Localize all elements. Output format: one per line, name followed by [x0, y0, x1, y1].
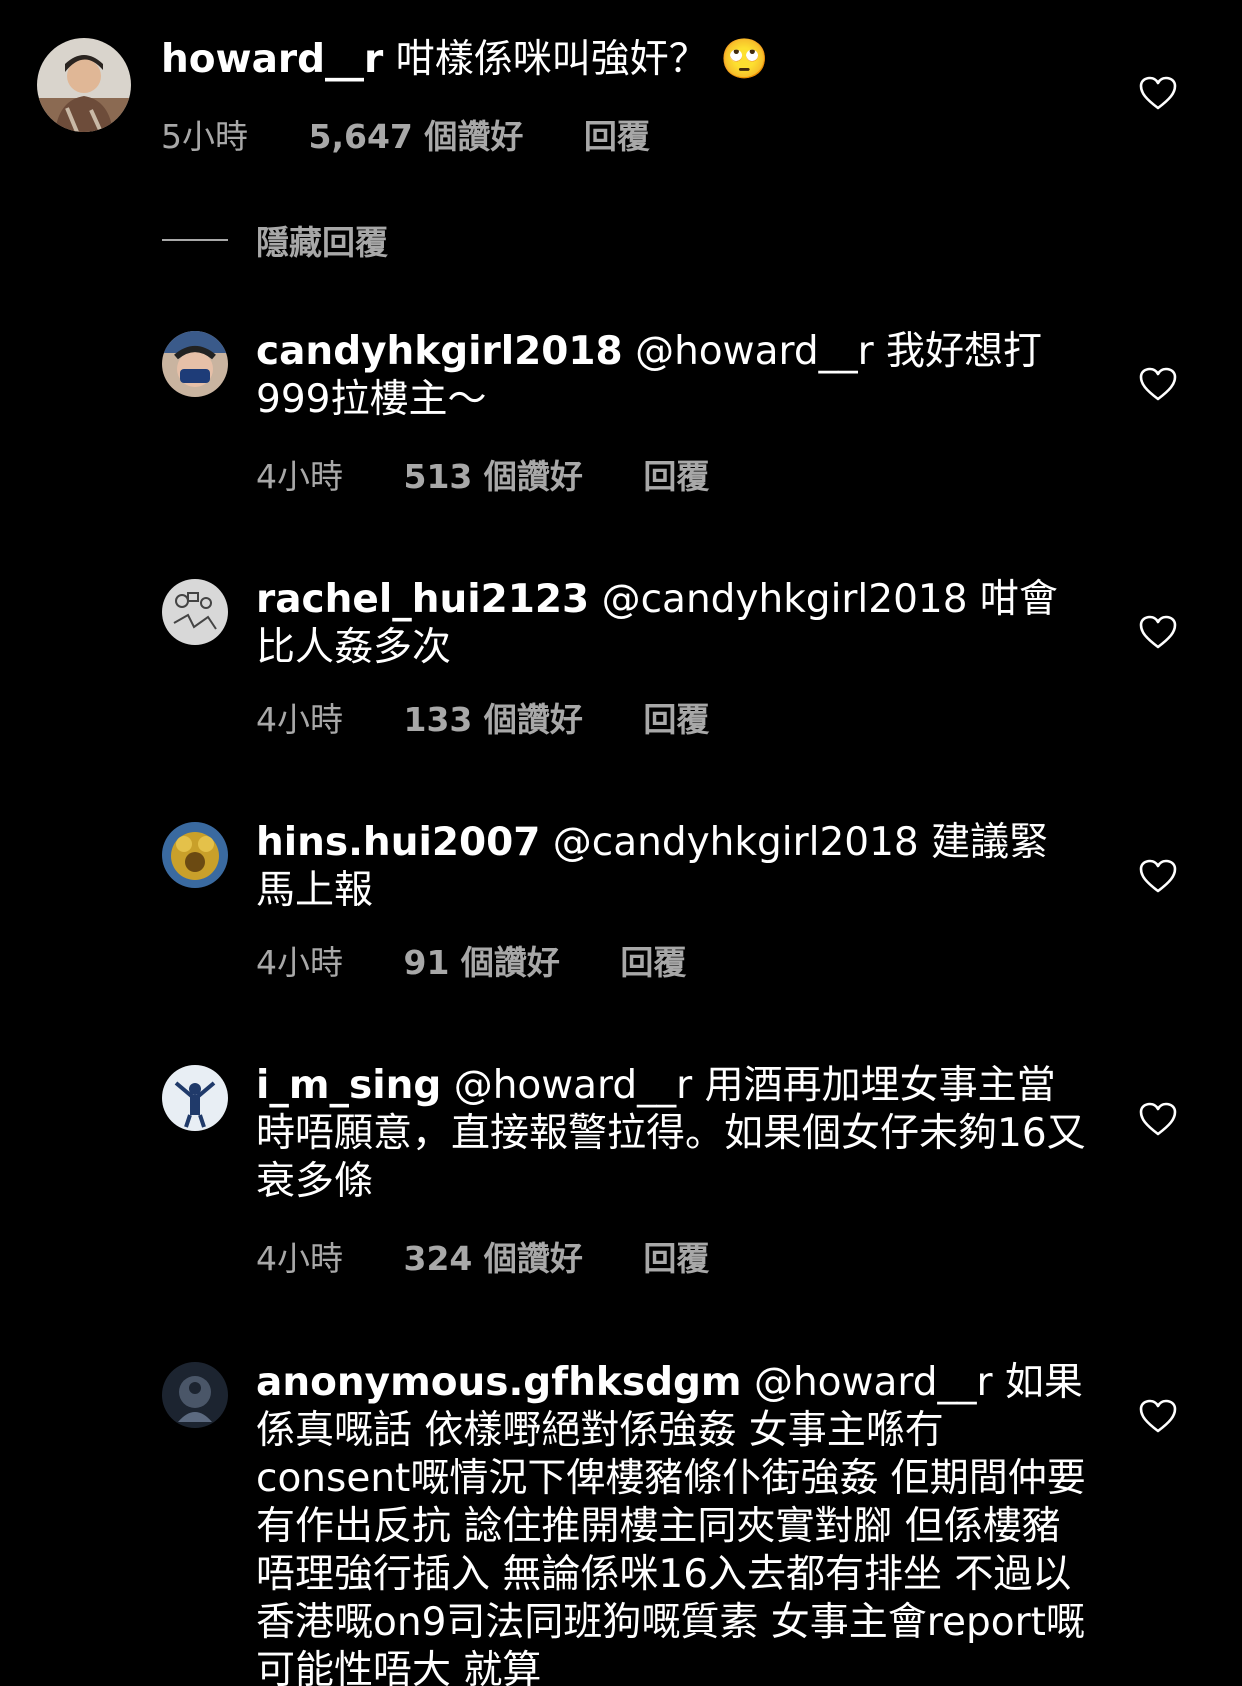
- person-photo-avatar-icon: [37, 38, 131, 132]
- reply-button[interactable]: 回覆: [584, 110, 650, 158]
- comment-text: rachel_hui2123 @candyhkgirl2018 咁會比人姦多次: [256, 576, 1086, 672]
- sky-person-avatar-icon: [162, 1065, 228, 1131]
- likes-count[interactable]: 5,647 個讚好: [309, 110, 524, 158]
- hide-replies-toggle[interactable]: 隱藏回覆: [162, 220, 388, 262]
- reply-button[interactable]: 回覆: [643, 1232, 709, 1280]
- username[interactable]: i_m_sing: [256, 1063, 441, 1108]
- reply-button[interactable]: 回覆: [643, 450, 709, 498]
- like-heart-icon[interactable]: [1138, 366, 1178, 402]
- likes-count[interactable]: 513 個讚好: [404, 450, 583, 498]
- reply-button[interactable]: 回覆: [643, 693, 709, 741]
- likes-count[interactable]: 91 個讚好: [404, 936, 560, 984]
- hide-replies-label: 隱藏回覆: [256, 223, 388, 262]
- avatar[interactable]: [162, 822, 228, 888]
- timestamp: 4小時: [256, 457, 343, 496]
- likes-count[interactable]: 133 個讚好: [404, 693, 583, 741]
- comment-meta: 4小時 91 個讚好 回覆: [256, 936, 686, 984]
- comment-content: @howard__r 如果係真嘅話 依樣嘢絕對係強姦 女事主喺冇consent嘅…: [256, 1360, 1086, 1686]
- like-heart-icon[interactable]: [1138, 858, 1178, 894]
- timestamp: 4小時: [256, 1239, 343, 1278]
- username[interactable]: candyhkgirl2018: [256, 329, 623, 374]
- divider: [162, 239, 228, 241]
- like-heart-icon[interactable]: [1138, 75, 1178, 111]
- username[interactable]: rachel_hui2123: [256, 577, 589, 622]
- username[interactable]: howard__r: [161, 37, 383, 82]
- likes-count[interactable]: 324 個讚好: [404, 1232, 583, 1280]
- comment-meta: 4小時 513 個讚好 回覆: [256, 450, 709, 498]
- comment-meta: 4小時 133 個讚好 回覆: [256, 693, 709, 741]
- gold-figure-avatar-icon: [162, 822, 228, 888]
- timestamp: 4小時: [256, 700, 343, 739]
- doodle-avatar-icon: [162, 579, 228, 645]
- timestamp: 4小時: [256, 943, 343, 982]
- comment-text: anonymous.gfhksdgm @howard__r 如果係真嘅話 依樣嘢…: [256, 1359, 1086, 1686]
- like-heart-icon[interactable]: [1138, 1101, 1178, 1137]
- comment-content: 咁樣係咪叫強奸？: [395, 37, 708, 82]
- comment-text: hins.hui2007 @candyhkgirl2018 建議緊馬上報: [256, 819, 1086, 915]
- masked-face-avatar-icon: [162, 331, 228, 397]
- comment-meta: 5小時 5,647 個讚好 回覆: [161, 110, 650, 158]
- username[interactable]: hins.hui2007: [256, 820, 540, 865]
- avatar[interactable]: [162, 1362, 228, 1428]
- like-heart-icon[interactable]: [1138, 1398, 1178, 1434]
- reply-button[interactable]: 回覆: [620, 936, 686, 984]
- eye-roll-emoji-icon: 🙄: [720, 37, 769, 82]
- comment-text: i_m_sing @howard__r 用酒再加埋女事主當時唔願意，直接報警拉得…: [256, 1062, 1086, 1206]
- avatar[interactable]: [162, 331, 228, 397]
- comment-text: howard__r 咁樣係咪叫強奸？ 🙄: [161, 36, 991, 84]
- avatar[interactable]: [162, 579, 228, 645]
- username[interactable]: anonymous.gfhksdgm: [256, 1360, 742, 1405]
- timestamp: 5小時: [161, 117, 248, 156]
- dark-figure-avatar-icon: [162, 1362, 228, 1428]
- avatar[interactable]: [162, 1065, 228, 1131]
- like-heart-icon[interactable]: [1138, 614, 1178, 650]
- comment-text: candyhkgirl2018 @howard__r 我好想打999拉樓主～: [256, 328, 1086, 424]
- avatar[interactable]: [37, 38, 131, 132]
- comment-meta: 4小時 324 個讚好 回覆: [256, 1232, 709, 1280]
